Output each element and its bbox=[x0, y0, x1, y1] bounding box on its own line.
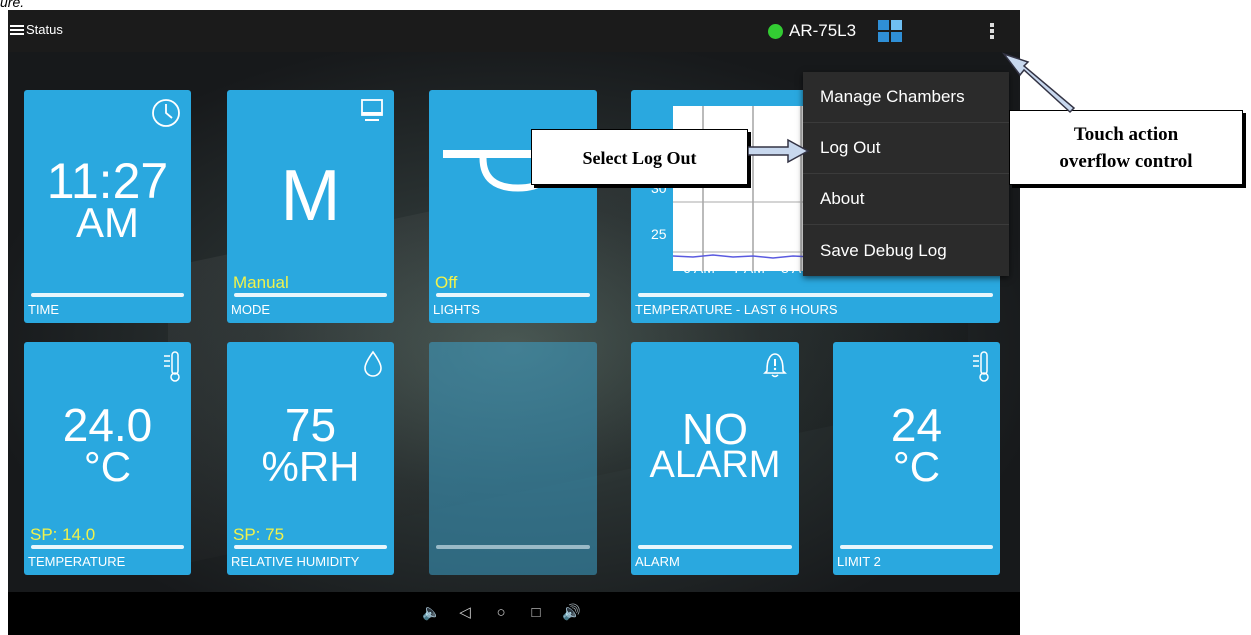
temperature-tile[interactable]: 24.0 °C SP: 14.0 TEMPERATURE bbox=[24, 342, 191, 575]
time-ampm: AM bbox=[76, 199, 139, 246]
status-menu-button[interactable]: Status bbox=[10, 22, 63, 37]
tile-bar bbox=[638, 293, 993, 297]
menu-item-log-out[interactable]: Log Out bbox=[803, 123, 1009, 174]
humidity-tile[interactable]: 75 %RH SP: 75 RELATIVE HUMIDITY bbox=[227, 342, 394, 575]
recents-icon[interactable]: □ bbox=[527, 604, 545, 622]
lights-state: Off bbox=[435, 273, 458, 292]
monitor-icon bbox=[361, 99, 383, 121]
callout-select-text: Select Log Out bbox=[582, 148, 697, 168]
overflow-menu-button[interactable] bbox=[986, 20, 998, 42]
temperature-setpoint: SP: 14.0 bbox=[30, 525, 96, 544]
dashboard-grid-icon[interactable] bbox=[878, 20, 902, 42]
temperature-value: 24.0 bbox=[62, 399, 153, 451]
callout-arrow-icon bbox=[1001, 52, 1076, 114]
chart-ytick: 25 bbox=[651, 226, 667, 242]
back-icon[interactable]: ◁ bbox=[456, 604, 474, 622]
humidity-caption: RELATIVE HUMIDITY bbox=[231, 554, 360, 569]
chart-xtick: 8 A bbox=[781, 260, 802, 276]
menu-item-save-debug-log[interactable]: Save Debug Log bbox=[803, 225, 1009, 276]
volume-down-icon[interactable]: 🔈 bbox=[422, 604, 441, 622]
chamber-name: AR-75L3 bbox=[789, 21, 857, 40]
home-icon[interactable]: ○ bbox=[492, 604, 510, 622]
tile-bar bbox=[436, 293, 590, 297]
callout-arrow-icon bbox=[748, 138, 810, 164]
temperature-unit: °C bbox=[83, 443, 132, 490]
status-label: Status bbox=[26, 22, 63, 37]
top-caption: ure. bbox=[0, 0, 25, 10]
time-caption: TIME bbox=[28, 302, 60, 317]
thermometer-icon bbox=[164, 351, 180, 382]
limit2-unit: °C bbox=[892, 443, 941, 490]
tile-bar bbox=[234, 293, 387, 297]
tile-bar bbox=[840, 545, 993, 549]
overflow-menu: Manage Chambers Log Out About Save Debug… bbox=[803, 72, 1009, 276]
time-tile[interactable]: 11:27 AM TIME bbox=[24, 90, 191, 323]
limit2-value: 24 bbox=[890, 399, 943, 451]
status-bar: Status AR-75L3 bbox=[8, 10, 1020, 52]
humidity-value: 75 bbox=[284, 399, 337, 451]
temperature-caption: TEMPERATURE bbox=[28, 554, 126, 569]
callout-overflow-line1: Touch action bbox=[1073, 124, 1179, 145]
mode-setting: Manual bbox=[233, 273, 289, 292]
humidity-setpoint: SP: 75 bbox=[233, 525, 285, 544]
tile-bar bbox=[638, 545, 792, 549]
thermometer-icon bbox=[973, 351, 989, 382]
chart-xtick: 7 AM bbox=[733, 260, 765, 276]
hamburger-icon bbox=[10, 24, 24, 35]
mode-value: M bbox=[280, 156, 341, 236]
tile-bar bbox=[234, 545, 387, 549]
water-drop-icon bbox=[364, 350, 382, 377]
callout-overflow-control: Touch action overflow control bbox=[1009, 110, 1243, 185]
tile-bar bbox=[436, 545, 590, 549]
tile-bar bbox=[31, 545, 184, 549]
mode-caption: MODE bbox=[231, 302, 270, 317]
limit2-caption: LIMIT 2 bbox=[837, 554, 881, 569]
alarm-caption: ALARM bbox=[635, 554, 680, 569]
chart-xtick: 6 AM bbox=[683, 260, 715, 276]
online-indicator-icon bbox=[768, 23, 783, 39]
empty-tile bbox=[429, 342, 597, 575]
chamber-selector[interactable]: AR-75L3 bbox=[768, 21, 856, 41]
lights-tile[interactable]: Off LIGHTS bbox=[429, 90, 597, 323]
menu-item-about[interactable]: About bbox=[803, 174, 1009, 225]
temperature-chart-caption: TEMPERATURE - LAST 6 HOURS bbox=[635, 302, 838, 317]
callout-select-log-out: Select Log Out bbox=[531, 129, 748, 185]
mode-tile[interactable]: M Manual MODE bbox=[227, 90, 394, 323]
bell-alert-icon bbox=[763, 353, 787, 378]
lights-caption: LIGHTS bbox=[433, 302, 480, 317]
volume-up-icon[interactable]: 🔊 bbox=[562, 604, 581, 622]
tablet-screen: Status AR-75L3 11:27 AM TIME M Manual MO… bbox=[8, 10, 1020, 635]
android-nav-bar: 🔈 ◁ ○ □ 🔊 bbox=[8, 592, 1020, 635]
clock-icon bbox=[152, 99, 180, 127]
alarm-value-line2: ALARM bbox=[649, 444, 781, 486]
callout-overflow-line2: overflow control bbox=[1059, 151, 1193, 172]
limit2-tile[interactable]: 24 °C LIMIT 2 bbox=[833, 342, 1000, 575]
tile-bar bbox=[31, 293, 184, 297]
menu-item-manage-chambers[interactable]: Manage Chambers bbox=[803, 72, 1009, 123]
alarm-tile[interactable]: NO ALARM ALARM bbox=[631, 342, 799, 575]
humidity-unit: %RH bbox=[261, 443, 360, 490]
